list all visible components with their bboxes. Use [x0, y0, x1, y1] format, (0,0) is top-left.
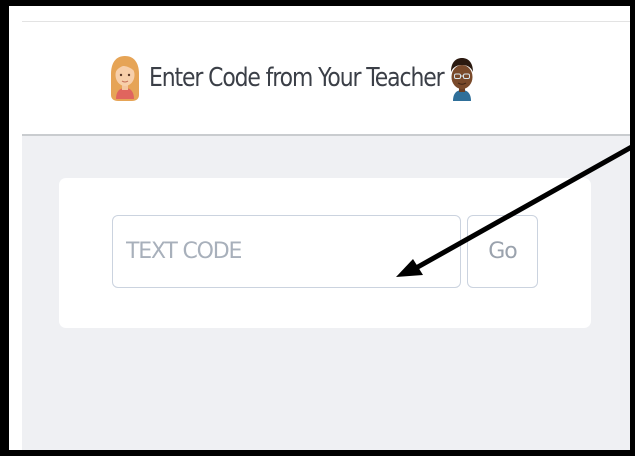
page-title: Enter Code from Your Teacher [149, 63, 445, 93]
page: Enter Code from Your Teacher Go [22, 21, 630, 450]
page-header: Enter Code from Your Teacher [22, 22, 630, 134]
screenshot-frame: Enter Code from Your Teacher Go [0, 0, 635, 456]
code-input[interactable] [112, 215, 461, 288]
go-button[interactable]: Go [467, 215, 538, 288]
boy-avatar-icon [451, 58, 474, 101]
girl-avatar-icon [111, 56, 139, 101]
header-row: Enter Code from Your Teacher [110, 53, 476, 103]
code-entry-card: Go [59, 178, 591, 328]
main-content: Go [22, 136, 630, 450]
